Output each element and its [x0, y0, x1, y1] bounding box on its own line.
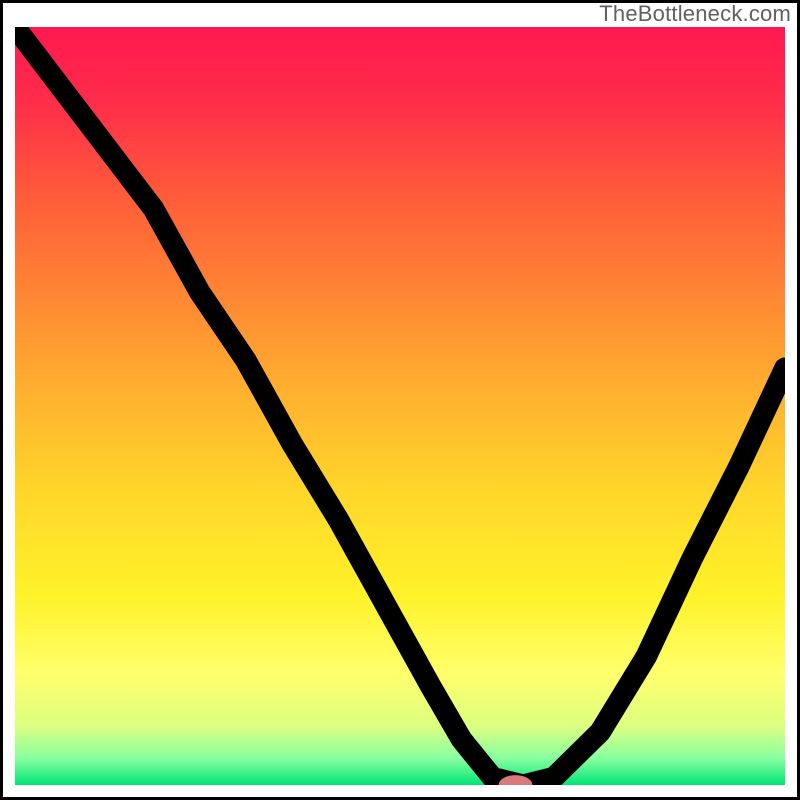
gradient-rect — [15, 27, 785, 785]
plot-area — [15, 27, 785, 785]
watermark-text: TheBottleneck.com — [599, 1, 791, 27]
chart-svg — [15, 27, 785, 785]
chart-frame: TheBottleneck.com — [0, 0, 800, 800]
